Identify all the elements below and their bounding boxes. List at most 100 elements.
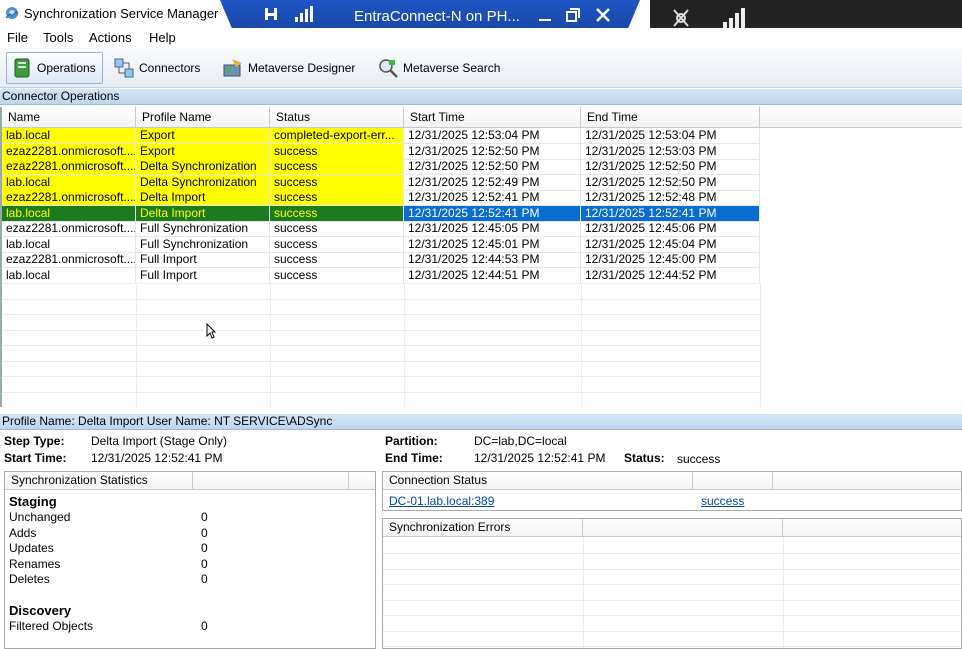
column-status[interactable]: Status: [270, 107, 404, 128]
grid-column-line: [783, 537, 784, 648]
cell-start-time: 12/31/2025 12:44:51 PM: [404, 267, 581, 284]
cell-name: lab.local: [2, 267, 136, 284]
cell-start-time: 12/31/2025 12:52:41 PM: [404, 190, 581, 206]
sync-statistics-header: Synchronization Statistics: [5, 472, 193, 490]
sync-errors-header-filler-2: [783, 519, 961, 537]
column-end-time[interactable]: End Time: [581, 107, 760, 128]
sync-statistics-header-filler: [193, 472, 349, 490]
cell-status: success: [270, 159, 404, 175]
staging-stat-value: 0: [201, 556, 208, 571]
table-row[interactable]: ezaz2281.onmicrosoft.... Delta Import succ…: [2, 190, 760, 206]
grid-line: [383, 553, 961, 554]
menu-tools[interactable]: Tools: [43, 30, 73, 45]
table-row[interactable]: lab.local Delta Import success 12/31/2025 1…: [2, 205, 760, 222]
restore-icon[interactable]: [564, 6, 582, 24]
grid-line: [2, 360, 760, 362]
grid-line: [2, 298, 760, 300]
connection-server-link[interactable]: DC-01.lab.local:389: [389, 494, 494, 508]
cell-end-time: 12/31/2025 12:53:03 PM: [581, 143, 760, 160]
cell-status: success: [270, 190, 404, 206]
sync-service-app-icon: [5, 7, 19, 19]
grid-column-line: [760, 283, 761, 407]
staging-stat-value: 0: [201, 572, 208, 586]
connectors-icon: [114, 58, 134, 78]
sync-statistics-panel: Synchronization Statistics Staging Uncha…: [4, 471, 376, 649]
menu-actions[interactable]: Actions: [89, 30, 132, 45]
minimize-icon[interactable]: [536, 6, 554, 24]
grid-line: [2, 314, 760, 315]
metaverse-search-icon: [379, 59, 398, 78]
cell-profile-name: Delta Import: [136, 190, 270, 206]
connectors-button[interactable]: Connectors: [113, 52, 200, 84]
connection-result-link[interactable]: success: [701, 494, 744, 508]
metaverse-search-button[interactable]: Metaverse Search: [377, 52, 500, 84]
status-label: Status:: [624, 451, 665, 465]
staging-stat-label: Updates: [9, 541, 54, 555]
cell-name: ezaz2281.onmicrosoft....: [2, 221, 136, 237]
cell-end-time: 12/31/2025 12:52:50 PM: [581, 159, 760, 175]
cell-profile-name: Export: [136, 128, 270, 144]
close-icon[interactable]: [594, 6, 612, 24]
column-name[interactable]: Name: [2, 107, 136, 128]
remote-session-title: EntraConnect-N on PH...: [354, 8, 520, 25]
sync-errors-header-filler: [583, 519, 783, 537]
connection-status-panel: Connection Status DC-01.lab.local:389 su…: [382, 471, 962, 511]
cell-start-time: 12/31/2025 12:52:49 PM: [404, 174, 581, 191]
grid-column-line: [581, 283, 582, 407]
table-row[interactable]: lab.local Delta Synchronization success 12/…: [2, 174, 760, 191]
column-start-time[interactable]: Start Time: [404, 107, 581, 128]
status-value: success: [677, 452, 721, 466]
table-row[interactable]: ezaz2281.onmicrosoft.... Full Import succe…: [2, 252, 760, 268]
cell-profile-name: Delta Import: [136, 205, 270, 222]
cell-name: ezaz2281.onmicrosoft....: [2, 190, 136, 206]
partition-value: DC=lab,DC=local: [474, 434, 567, 448]
cell-name: lab.local: [2, 205, 136, 222]
operations-button[interactable]: Operations: [6, 52, 103, 84]
cell-start-time: 12/31/2025 12:45:01 PM: [404, 236, 581, 253]
sync-errors-header: Synchronization Errors: [383, 519, 583, 537]
grid-line: [383, 584, 961, 585]
column-profile-name[interactable]: Profile Name: [136, 107, 270, 128]
table-row[interactable]: lab.local Full Synchronization success 12/3…: [2, 236, 760, 253]
connection-quality-icon[interactable]: [294, 6, 314, 22]
menu-help[interactable]: Help: [149, 30, 176, 45]
discovery-heading: Discovery: [9, 603, 72, 618]
cell-end-time: 12/31/2025 12:52:41 PM: [581, 205, 760, 222]
table-row[interactable]: ezaz2281.onmicrosoft.... Export success 12/…: [2, 143, 760, 160]
table-row[interactable]: lab.local Export completed-export-err... 12…: [2, 128, 760, 144]
cell-profile-name: Full Synchronization: [136, 221, 270, 237]
end-time-value: 12/31/2025 12:52:41 PM: [474, 451, 606, 465]
cell-status: success: [270, 174, 404, 191]
cell-name: lab.local: [2, 236, 136, 253]
table-row[interactable]: ezaz2281.onmicrosoft.... Full Synchroniza…: [2, 221, 760, 237]
staging-stat-label: Deletes: [9, 572, 50, 586]
staging-heading: Staging: [9, 494, 57, 509]
table-row[interactable]: lab.local Full Import success 12/31/2025 12…: [2, 267, 760, 284]
staging-stat-value: 0: [201, 541, 208, 555]
metaverse-designer-icon: [223, 59, 242, 77]
connection-status-header: Connection Status: [383, 472, 693, 490]
column-filler: [760, 107, 962, 128]
cell-start-time: 12/31/2025 12:52:41 PM: [404, 205, 581, 222]
menu-file[interactable]: File: [7, 30, 28, 45]
table-row[interactable]: ezaz2281.onmicrosoft.... Delta Synchroniz…: [2, 159, 760, 175]
profile-details-header: Profile Name: Delta Import User Name: NT…: [0, 414, 962, 430]
cell-end-time: 12/31/2025 12:45:04 PM: [581, 236, 760, 253]
sync-statistics-header-filler-2: [349, 472, 375, 490]
cell-status: success: [270, 236, 404, 253]
remote-desktop-connection-bar: EntraConnect-N on PH...: [220, 0, 640, 30]
cell-start-time: 12/31/2025 12:45:05 PM: [404, 221, 581, 237]
pin-icon[interactable]: [262, 5, 280, 23]
disconnected-pin-icon[interactable]: [670, 8, 692, 28]
grid-line: [383, 630, 961, 632]
grid-line: [2, 329, 760, 331]
signal-strength-icon[interactable]: [722, 8, 746, 28]
staging-stat-label: Unchanged: [9, 510, 71, 524]
cell-end-time: 12/31/2025 12:53:04 PM: [581, 128, 760, 144]
cell-start-time: 12/31/2025 12:53:04 PM: [404, 128, 581, 144]
cell-name: ezaz2281.onmicrosoft....: [2, 159, 136, 175]
cell-profile-name: Delta Synchronization: [136, 159, 270, 175]
metaverse-designer-button[interactable]: Metaverse Designer: [222, 52, 355, 84]
connector-operations-header: Connector Operations: [0, 89, 962, 105]
grid-column-line: [583, 537, 584, 648]
